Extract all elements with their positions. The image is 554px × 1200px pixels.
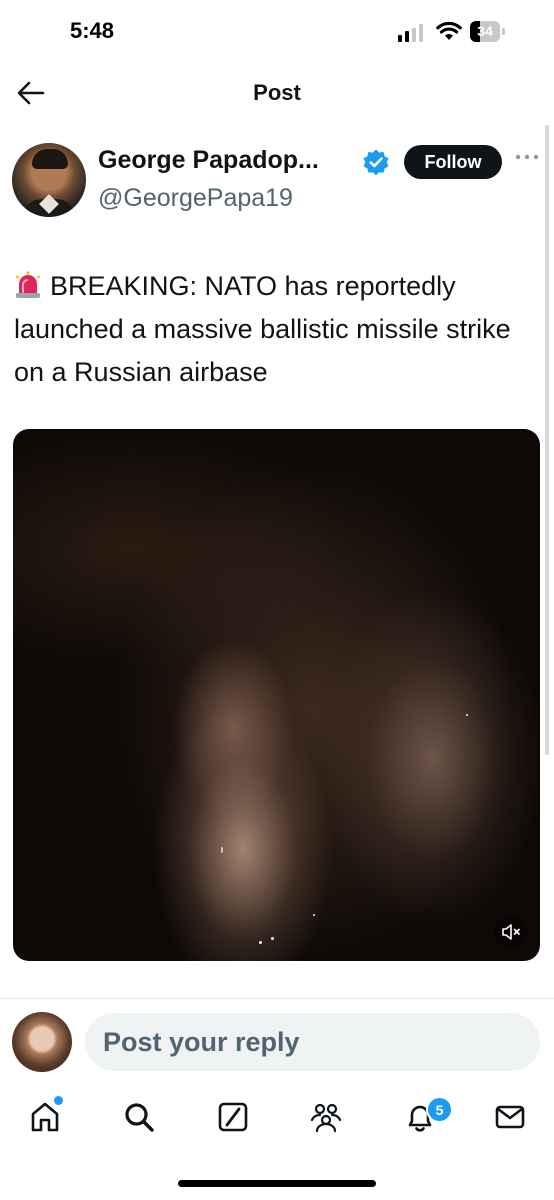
mute-button[interactable]: [494, 915, 528, 949]
search-icon[interactable]: [122, 1100, 156, 1134]
battery-level: 34: [477, 23, 493, 39]
notifications-badge: 5: [426, 1096, 453, 1123]
messages-icon[interactable]: [493, 1100, 527, 1134]
more-options-icon[interactable]: [515, 152, 539, 162]
scrollbar[interactable]: [545, 125, 549, 755]
tweet-text: BREAKING: NATO has reportedly launched a…: [14, 265, 534, 394]
user-avatar[interactable]: [12, 1012, 72, 1072]
author-handle[interactable]: @GeorgePapa19: [98, 184, 293, 213]
author-name[interactable]: George Papadop...: [98, 146, 319, 175]
verified-badge-icon: [363, 149, 389, 176]
grok-icon[interactable]: [216, 1100, 250, 1134]
home-indicator[interactable]: [178, 1180, 376, 1187]
battery-icon: 34: [470, 21, 506, 42]
page-title: Post: [253, 80, 301, 105]
police-light-icon: [15, 271, 41, 298]
communities-icon[interactable]: [309, 1100, 343, 1134]
tweet-video[interactable]: [13, 429, 540, 961]
cellular-signal-icon: [398, 24, 424, 42]
divider: [0, 998, 554, 999]
wifi-icon: [436, 21, 462, 40]
home-icon[interactable]: [28, 1100, 62, 1134]
speaker-muted-icon: [502, 924, 520, 940]
tweet-text-content: BREAKING: NATO has reportedly launched a…: [14, 271, 511, 387]
status-time: 5:48: [70, 18, 115, 43]
home-unread-dot: [54, 1096, 63, 1105]
reply-input[interactable]: Post your reply: [85, 1013, 540, 1071]
follow-button[interactable]: Follow: [404, 145, 502, 179]
author-avatar[interactable]: [12, 143, 86, 217]
